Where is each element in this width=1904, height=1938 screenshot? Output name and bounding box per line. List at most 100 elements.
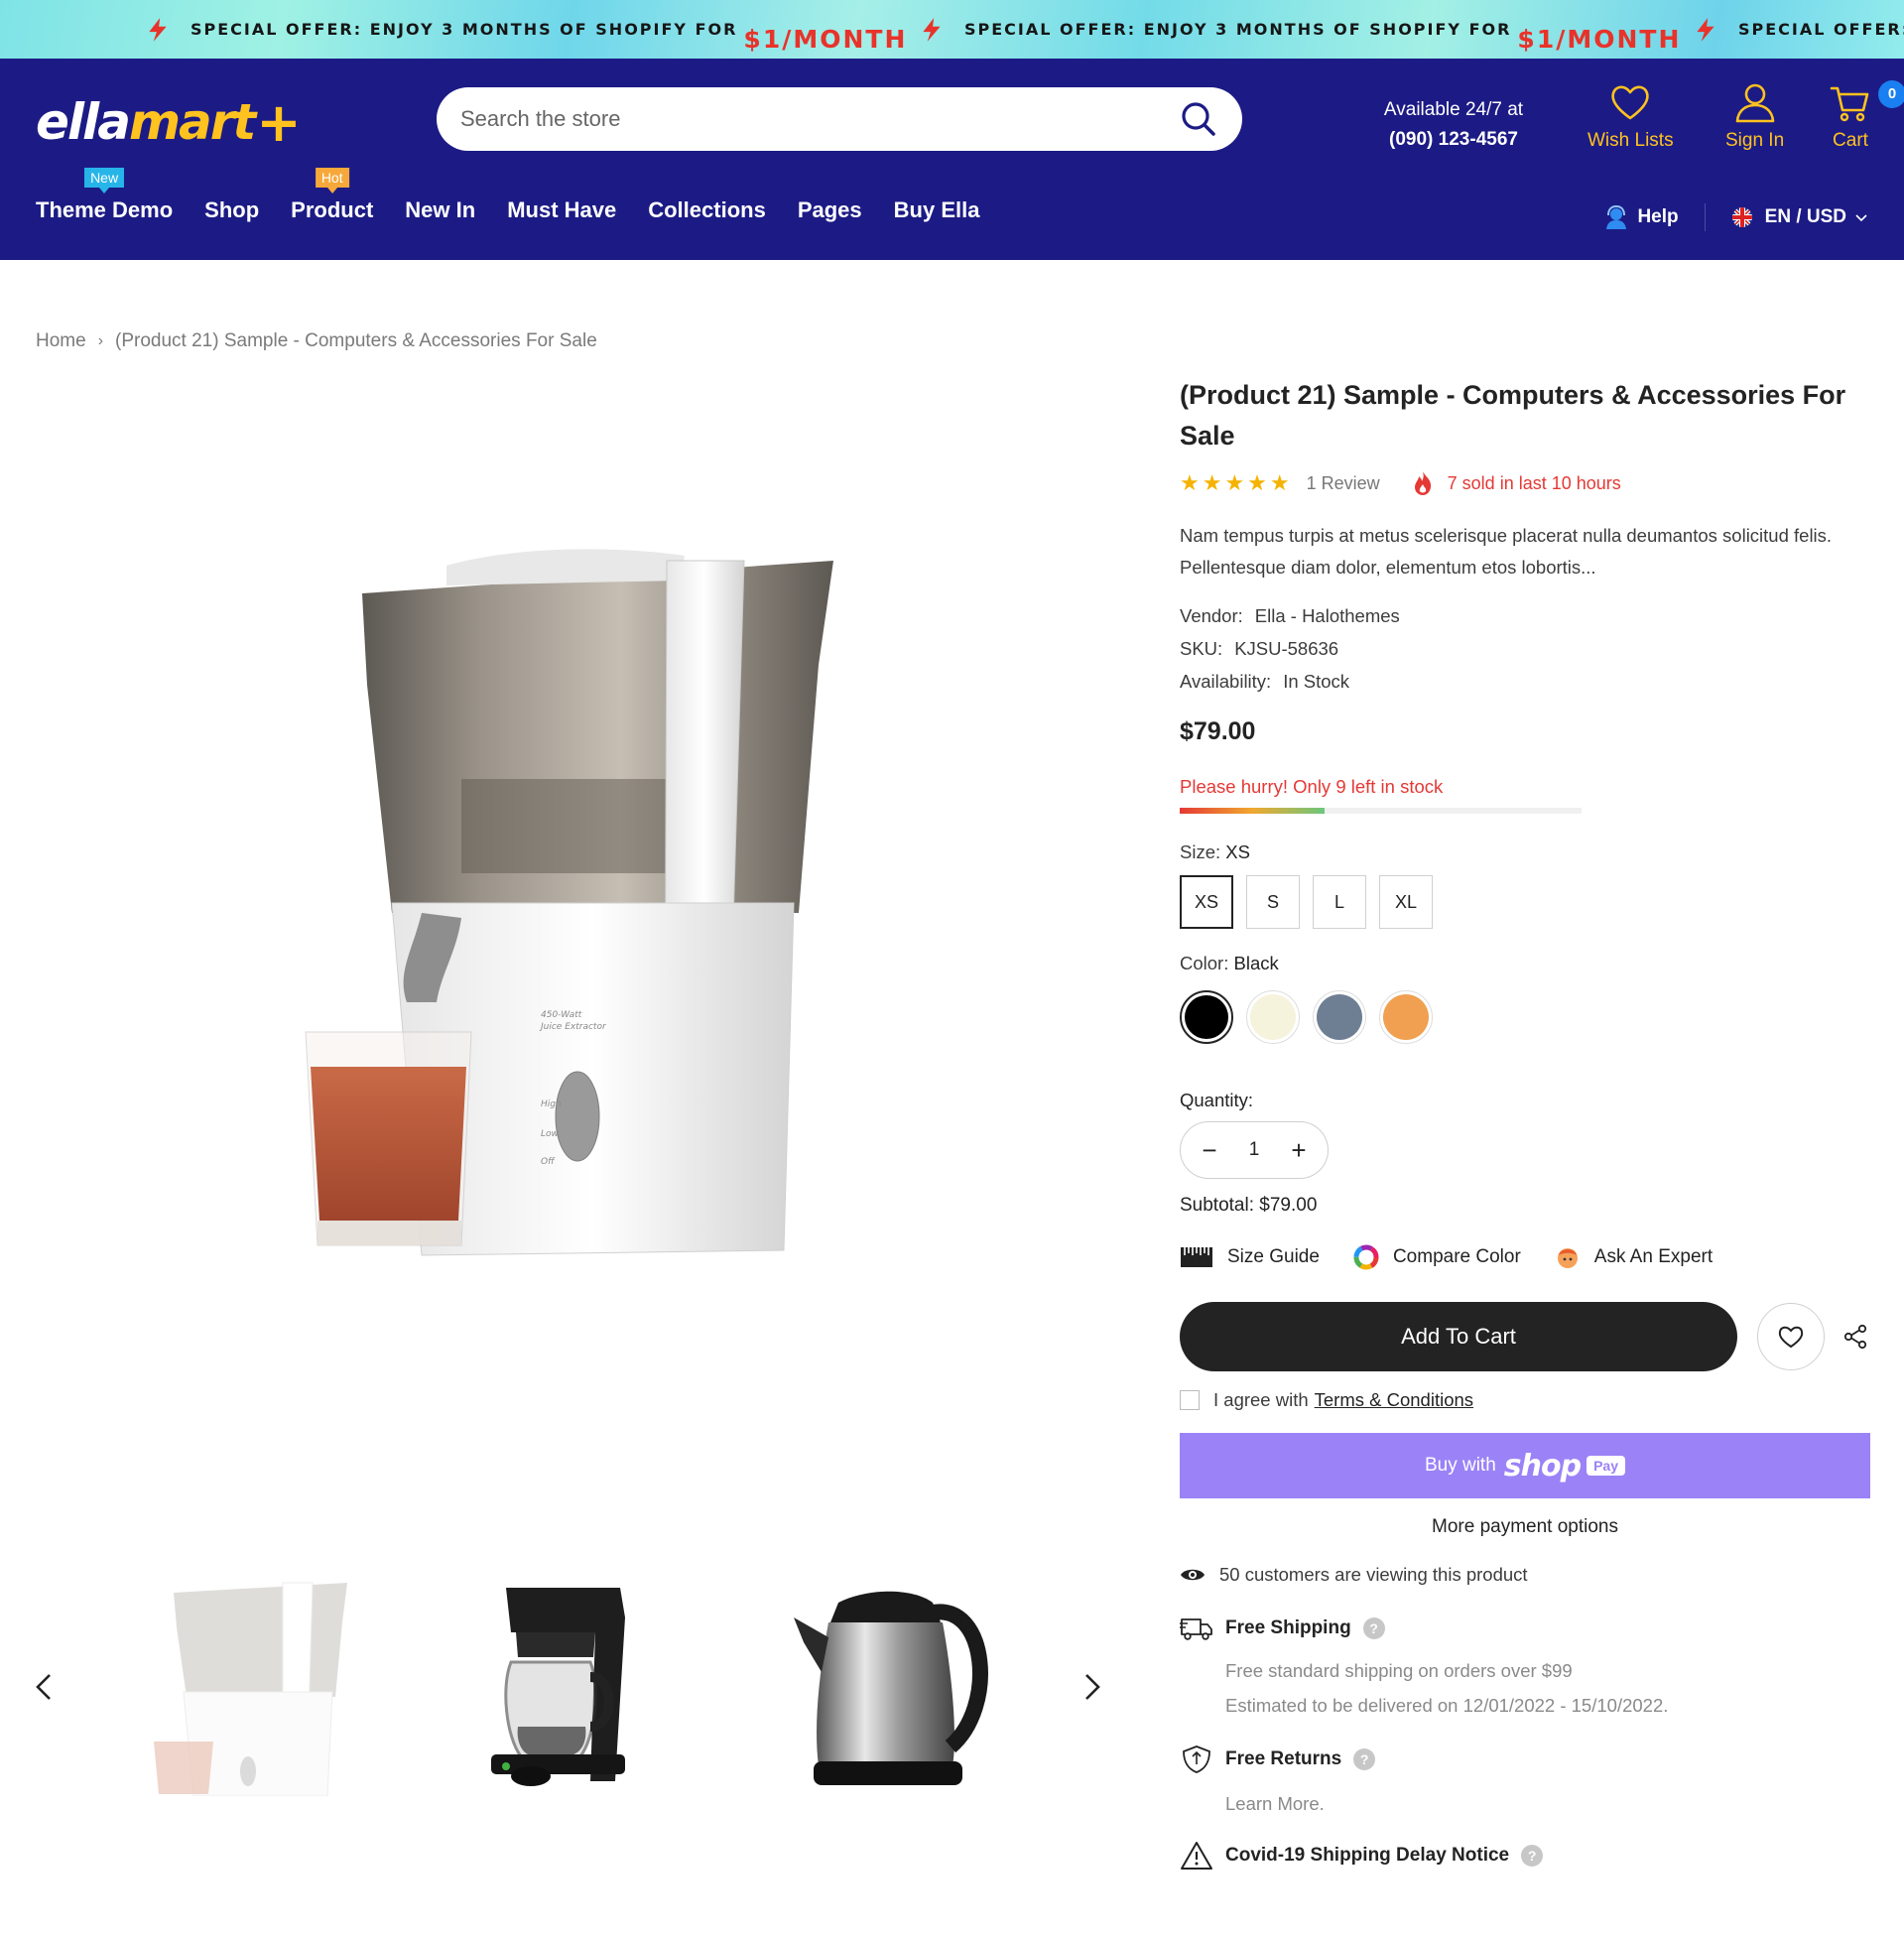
- vendor-row: Vendor: Ella - Halothemes: [1180, 599, 1874, 632]
- vendor-label: Vendor:: [1180, 605, 1243, 626]
- announcement-item: SPECIAL OFFER: ENJOY 3 MONTHS OF SHOPIFY…: [1693, 0, 1904, 59]
- ruler-icon: [1181, 1247, 1212, 1267]
- quantity-value[interactable]: 1: [1249, 1139, 1260, 1161]
- nav-item-pages[interactable]: Pages: [798, 197, 862, 223]
- size-option-xl[interactable]: XL: [1379, 875, 1433, 929]
- delivery-estimate: Estimated to be delivered on 12/01/2022 …: [1225, 1695, 1669, 1716]
- help-question-icon[interactable]: ?: [1362, 1617, 1385, 1639]
- color-swatch-black[interactable]: [1180, 990, 1233, 1044]
- shield-icon: [1183, 1745, 1210, 1773]
- product-price: $79.00: [1180, 717, 1256, 745]
- nav-item-must-have[interactable]: Must Have: [507, 197, 616, 223]
- product-main-image[interactable]: High Low Off 450-Watt Juice Extractor: [298, 536, 853, 1270]
- compare-color-label: Compare Color: [1392, 1246, 1521, 1267]
- breadcrumb-home[interactable]: Home: [36, 330, 86, 352]
- color-swatch-cream[interactable]: [1246, 990, 1300, 1044]
- swatch-dot: [1317, 994, 1362, 1040]
- dial-label: High: [541, 1099, 562, 1109]
- add-to-wishlist-button[interactable]: [1757, 1303, 1825, 1370]
- announcement-item: SPECIAL OFFER: ENJOY 3 MONTHS OF SHOPIFY…: [919, 0, 1681, 59]
- availability-value: In Stock: [1283, 671, 1350, 692]
- stock-progress-fill: [1180, 808, 1325, 814]
- nav-label: Shop: [204, 197, 260, 222]
- help-question-icon[interactable]: ?: [1353, 1748, 1376, 1770]
- chevron-right-icon: ›: [97, 332, 104, 349]
- breadcrumb: Home › (Product 21) Sample - Computers &…: [36, 330, 597, 352]
- wishlist-link[interactable]: Wish Lists: [1587, 80, 1674, 152]
- nav-item-buy-ella[interactable]: Buy Ella: [894, 197, 980, 223]
- signin-link[interactable]: Sign In: [1725, 80, 1784, 152]
- add-to-cart-button[interactable]: Add To Cart: [1180, 1302, 1737, 1371]
- nav-item-theme-demo[interactable]: New Theme Demo: [36, 168, 173, 223]
- terms-checkbox[interactable]: [1180, 1390, 1200, 1410]
- stock-progress-bar: [1180, 808, 1582, 814]
- size-guide-link[interactable]: Size Guide: [1180, 1246, 1320, 1268]
- site-logo[interactable]: ella mart +: [36, 91, 302, 154]
- help-label: Help: [1637, 206, 1679, 227]
- lightning-icon: [149, 17, 167, 42]
- ask-expert-link[interactable]: Ask An Expert: [1555, 1244, 1713, 1270]
- thumbnail-coffee-maker[interactable]: [456, 1578, 675, 1796]
- shoppay-logo: shop: [1503, 1448, 1582, 1484]
- rating-row: ★★★★★ 1 Review 7 sold in last 10 hours: [1180, 470, 1874, 496]
- size-label-row: Size: XS: [1180, 841, 1874, 863]
- search-input[interactable]: [460, 106, 1179, 132]
- announcement-bar: SPECIAL OFFER: ENJOY 3 MONTHS OF SHOPIFY…: [0, 0, 1904, 59]
- wishlist-label: Wish Lists: [1587, 130, 1674, 151]
- review-count[interactable]: 1 Review: [1307, 473, 1380, 494]
- quantity-decrease-button[interactable]: −: [1199, 1135, 1220, 1166]
- nav-item-new-in[interactable]: New In: [405, 197, 475, 223]
- quantity-increase-button[interactable]: +: [1288, 1135, 1310, 1166]
- compare-color-link[interactable]: Compare Color: [1353, 1244, 1521, 1270]
- thumbnail-juicer[interactable]: [149, 1578, 367, 1796]
- help-link[interactable]: Help: [1603, 204, 1679, 230]
- learn-more-link[interactable]: Learn More.: [1225, 1786, 1874, 1821]
- brand-label: 450-Watt: [541, 1010, 582, 1020]
- terms-link[interactable]: Terms & Conditions: [1315, 1389, 1473, 1411]
- announcement-item: SPECIAL OFFER: ENJOY 3 MONTHS OF SHOPIFY…: [145, 0, 907, 59]
- logo-part: ella: [36, 93, 131, 151]
- shop-pay-button[interactable]: Buy with shop Pay: [1180, 1433, 1870, 1498]
- free-shipping-title: Free Shipping: [1225, 1617, 1351, 1638]
- size-option-s[interactable]: S: [1246, 875, 1300, 929]
- chevron-left-icon[interactable]: [30, 1667, 60, 1707]
- language-currency-selector[interactable]: EN / USD: [1731, 206, 1868, 228]
- size-option-xs[interactable]: XS: [1180, 875, 1233, 929]
- size-option-l[interactable]: L: [1313, 875, 1366, 929]
- expert-avatar-icon: [1557, 1248, 1578, 1268]
- sku-value: KJSU-58636: [1234, 638, 1339, 659]
- nav-utilities: Help EN / USD: [1603, 203, 1868, 231]
- uk-flag-icon: [1731, 207, 1752, 227]
- nav-label: New In: [405, 197, 476, 222]
- color-swatch-slate[interactable]: [1313, 990, 1366, 1044]
- thumbnail-kettle[interactable]: [774, 1578, 992, 1796]
- covid-notice-header: Covid-19 Shipping Delay Notice ?: [1180, 1841, 1874, 1871]
- color-swatch-orange[interactable]: [1379, 990, 1433, 1044]
- nav-item-shop[interactable]: Shop: [204, 197, 259, 223]
- viewers-notice: 50 customers are viewing this product: [1180, 1564, 1874, 1586]
- share-icon[interactable]: [1842, 1324, 1868, 1350]
- subtotal-label: Subtotal:: [1180, 1195, 1254, 1216]
- divider: [1704, 203, 1706, 231]
- dial-label: Low: [541, 1129, 560, 1139]
- swatch-dot: [1185, 995, 1228, 1039]
- nav-item-product[interactable]: Hot Product: [291, 168, 373, 223]
- announcement-text: SPECIAL OFFER: ENJOY 3 MONTHS OF SHOPIFY…: [190, 20, 738, 39]
- covid-notice-section: Covid-19 Shipping Delay Notice ?: [1180, 1841, 1874, 1871]
- help-question-icon[interactable]: ?: [1521, 1845, 1544, 1867]
- size-guide-label: Size Guide: [1227, 1246, 1320, 1267]
- color-label: Color:: [1180, 953, 1229, 973]
- thumbnail-carousel: [0, 1568, 1121, 1806]
- nav-item-collections[interactable]: Collections: [648, 197, 766, 223]
- lightning-icon: [923, 17, 941, 42]
- contact-phone[interactable]: (090) 123-4567: [1361, 125, 1546, 155]
- dial-label: Off: [541, 1157, 556, 1167]
- free-shipping-details: Free standard shipping on orders over $9…: [1225, 1653, 1874, 1723]
- cart-link[interactable]: Cart 0: [1829, 80, 1904, 152]
- ask-expert-label: Ask An Expert: [1593, 1246, 1714, 1267]
- cart-icon: [1830, 86, 1869, 122]
- cart-label: Cart: [1833, 130, 1868, 151]
- more-payment-options-link[interactable]: More payment options: [1180, 1516, 1870, 1538]
- search-icon[interactable]: [1179, 99, 1218, 139]
- chevron-right-icon[interactable]: [1077, 1667, 1106, 1707]
